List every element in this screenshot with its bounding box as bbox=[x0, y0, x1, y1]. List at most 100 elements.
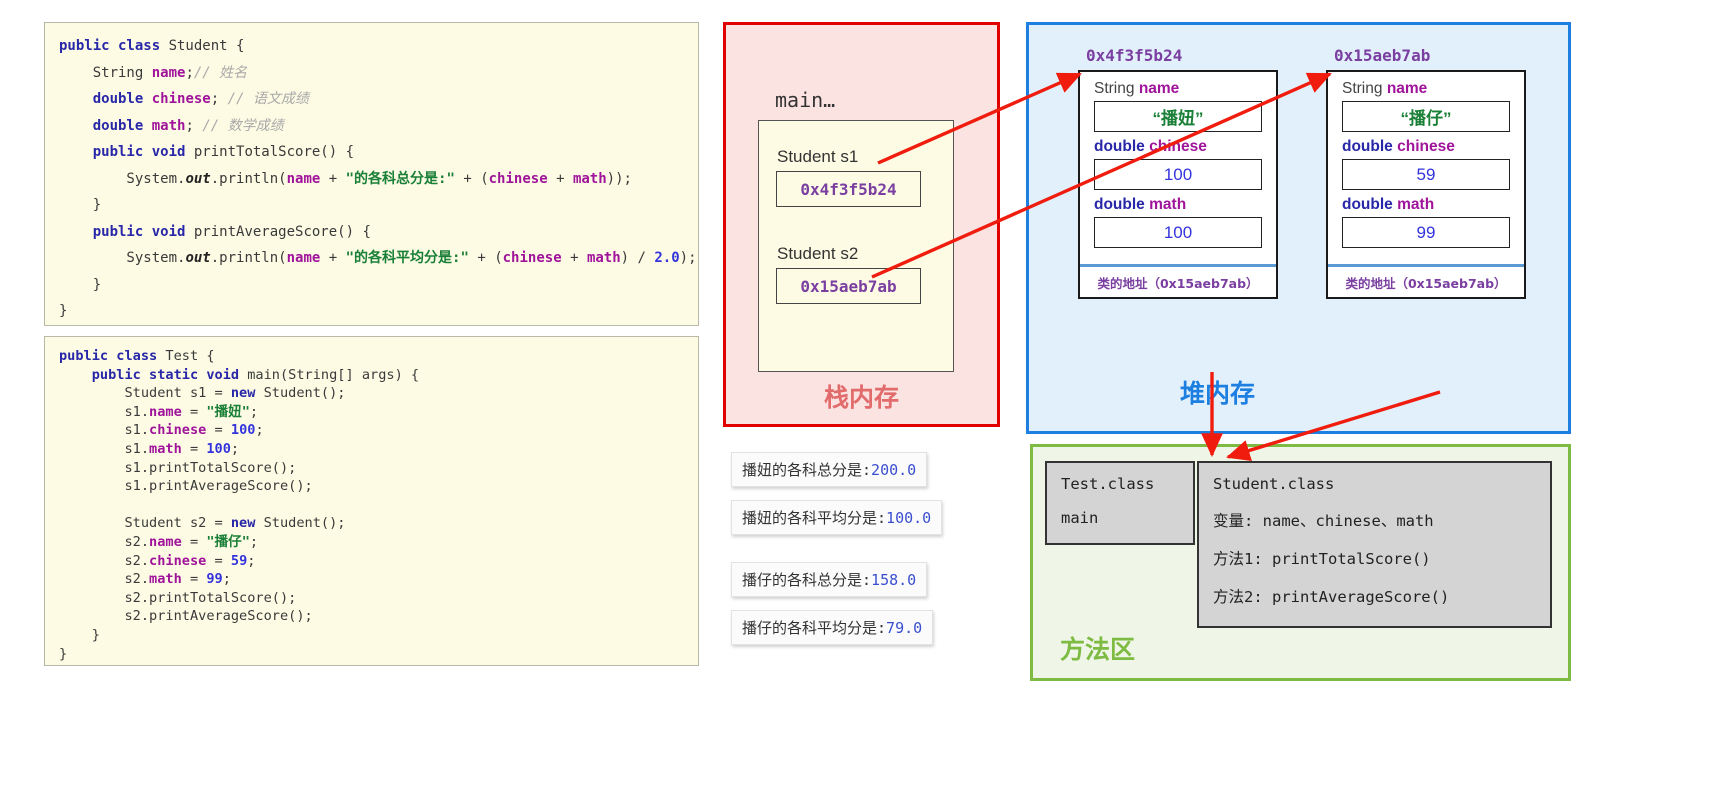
heap-field-math-0: double math 100 bbox=[1080, 196, 1276, 248]
code-token: chinese bbox=[149, 552, 207, 569]
code-line: s2.printAverageScore(); bbox=[59, 607, 684, 626]
console-text: 播妞的各科平均分是: bbox=[742, 509, 887, 527]
test-class-entry-main: main bbox=[1061, 509, 1099, 527]
code-token: new bbox=[230, 385, 264, 402]
field-name-label: math bbox=[1397, 196, 1435, 213]
student-class-variables: 变量: name、chinese、math bbox=[1213, 512, 1434, 530]
code-line: } bbox=[59, 298, 684, 325]
code-token: s1. bbox=[59, 403, 150, 420]
code-line: Student s2 = new Student(); bbox=[59, 514, 684, 533]
code-line: s1.name = "播妞"; bbox=[59, 403, 684, 422]
code-token: "的各科总分是:" bbox=[345, 170, 455, 187]
code-token: Student(); bbox=[263, 385, 346, 402]
code-token: s1.printAverageScore(); bbox=[59, 478, 313, 495]
stack-var-label-s2: Student s2 bbox=[777, 244, 859, 263]
code-token: ); bbox=[679, 250, 697, 266]
field-type-label: String bbox=[1342, 80, 1383, 97]
heap-object-address-0: 0x4f3f5b24 bbox=[1086, 46, 1183, 65]
code-token: 2.0 bbox=[654, 250, 680, 266]
code-token: = bbox=[206, 422, 231, 439]
code-token: name bbox=[149, 403, 182, 420]
code-token: math bbox=[586, 250, 621, 266]
code-token: s2.printTotalScore(); bbox=[59, 589, 297, 606]
code-token: chinese bbox=[488, 170, 548, 187]
code-token: Student s1 = bbox=[59, 385, 231, 402]
code-line: } bbox=[59, 272, 684, 299]
heap-region-label: 堆内存 bbox=[1180, 379, 1256, 408]
student-class-title: Student.class bbox=[1213, 475, 1335, 493]
code-line: public class Test { bbox=[59, 347, 684, 366]
console-number: 79.0 bbox=[886, 619, 923, 637]
code-line: s2.chinese = 59; bbox=[59, 552, 684, 571]
code-token: + ( bbox=[468, 250, 503, 266]
console-output-3: 播仔的各科平均分是:79.0 bbox=[731, 610, 934, 645]
code-line: s2.math = 99; bbox=[59, 570, 684, 589]
stack-var-label-s1: Student s1 bbox=[777, 147, 859, 166]
code-token: s1.printTotalScore(); bbox=[59, 459, 297, 476]
code-token: // 语文成绩 bbox=[227, 91, 309, 107]
code-token: public static void bbox=[91, 366, 248, 383]
code-token: // 数学成绩 bbox=[202, 117, 284, 134]
code-token: = bbox=[181, 403, 207, 420]
code-token: } bbox=[59, 197, 102, 213]
code-token: main(String[] args) { bbox=[247, 366, 420, 383]
code-line: public void printTotalScore() { bbox=[59, 139, 684, 166]
code-token: ; bbox=[210, 91, 228, 107]
code-token: = bbox=[181, 440, 207, 457]
code-token: printAverageScore() { bbox=[193, 223, 371, 240]
code-token: out bbox=[185, 170, 211, 187]
console-text: 播仔的各科平均分是: bbox=[742, 619, 887, 637]
field-name-label: chinese bbox=[1149, 138, 1207, 155]
stack-var-value-s1: 0x4f3f5b24 bbox=[776, 171, 921, 207]
console-number: 158.0 bbox=[871, 571, 917, 589]
heap-field-math-1: double math 99 bbox=[1328, 196, 1524, 248]
code-token: = bbox=[181, 571, 207, 588]
code-token: math bbox=[149, 571, 182, 588]
heap-object-1: String name “播仔” double chinese 59 doubl… bbox=[1326, 70, 1526, 299]
code-token: 100 bbox=[230, 422, 256, 439]
code-line: public void printAverageScore() { bbox=[59, 219, 684, 246]
code-line: double math; // 数学成绩 bbox=[59, 113, 684, 140]
code-token: math bbox=[572, 170, 607, 187]
code-token: 59 bbox=[230, 552, 248, 569]
code-token: chinese bbox=[502, 250, 562, 266]
code-token: String bbox=[59, 64, 152, 81]
console-text: 播妞的各科总分是: bbox=[742, 461, 872, 479]
code-token: "播妞" bbox=[206, 403, 250, 420]
code-token: + bbox=[561, 250, 587, 266]
code-token: + bbox=[320, 250, 346, 266]
heap-object-0: String name “播妞” double chinese 100 doub… bbox=[1078, 70, 1278, 299]
code-token: } bbox=[59, 303, 68, 319]
student-class-method-1: 方法1: printTotalScore() bbox=[1213, 550, 1431, 568]
field-name-label: name bbox=[1386, 80, 1428, 97]
student-class-method-2: 方法2: printAverageScore() bbox=[1213, 588, 1450, 606]
code-token: = bbox=[206, 552, 231, 569]
code-token: math bbox=[151, 117, 186, 134]
field-name-label: chinese bbox=[1397, 138, 1455, 155]
code-token: printTotalScore() { bbox=[193, 144, 355, 160]
code-line: s1.math = 100; bbox=[59, 440, 684, 459]
heap-object-address-1: 0x15aeb7ab bbox=[1334, 46, 1431, 65]
code-token: Student { bbox=[168, 38, 245, 54]
code-token: s1. bbox=[59, 440, 150, 457]
code-token: name bbox=[151, 64, 186, 81]
code-token: System. bbox=[59, 250, 186, 266]
code-token: name bbox=[149, 533, 182, 550]
code-token: ; bbox=[222, 571, 231, 588]
code-token: "的各科平均分是:" bbox=[345, 250, 469, 266]
code-token: 100 bbox=[206, 440, 231, 457]
field-value: 100 bbox=[1163, 222, 1193, 242]
field-type-label: String bbox=[1094, 80, 1135, 97]
test-class-box: Test.class main bbox=[1045, 461, 1195, 545]
field-value: “播妞” bbox=[1152, 109, 1204, 128]
code-token: double bbox=[92, 117, 152, 134]
console-number: 100.0 bbox=[886, 509, 932, 527]
heap-field-chinese-1: double chinese 59 bbox=[1328, 138, 1524, 190]
code-token: System. bbox=[59, 170, 186, 187]
code-token: ; bbox=[249, 533, 259, 550]
code-token: double bbox=[92, 91, 152, 107]
field-type-label: double bbox=[1342, 196, 1393, 213]
code-token: ; bbox=[185, 64, 194, 81]
